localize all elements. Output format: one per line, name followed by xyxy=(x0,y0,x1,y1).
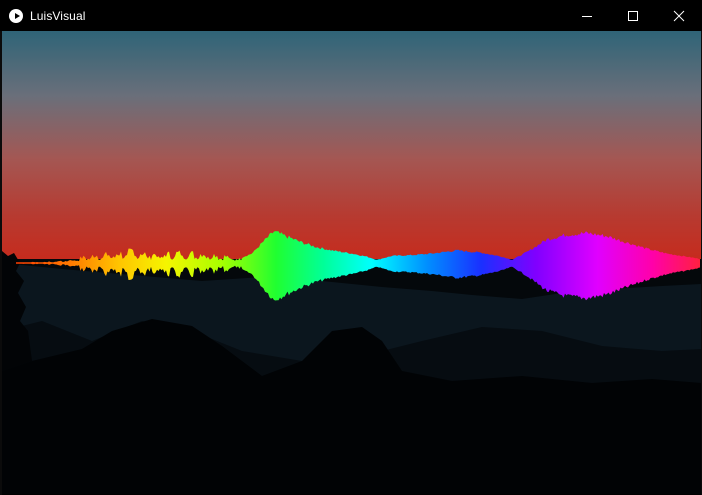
minimize-button[interactable] xyxy=(564,0,610,31)
maximize-icon xyxy=(628,10,638,21)
visualizer-canvas xyxy=(2,31,701,494)
close-icon xyxy=(673,10,685,21)
window-title: LuisVisual xyxy=(30,8,86,23)
window-controls xyxy=(564,0,702,31)
app-window: LuisVisual xyxy=(0,0,702,495)
maximize-button[interactable] xyxy=(610,0,656,31)
title-bar[interactable]: LuisVisual xyxy=(0,0,702,31)
visualizer-scene xyxy=(2,31,701,494)
close-button[interactable] xyxy=(656,0,702,31)
play-icon xyxy=(9,8,23,23)
minimize-icon xyxy=(582,15,592,17)
sky-background xyxy=(2,31,701,263)
